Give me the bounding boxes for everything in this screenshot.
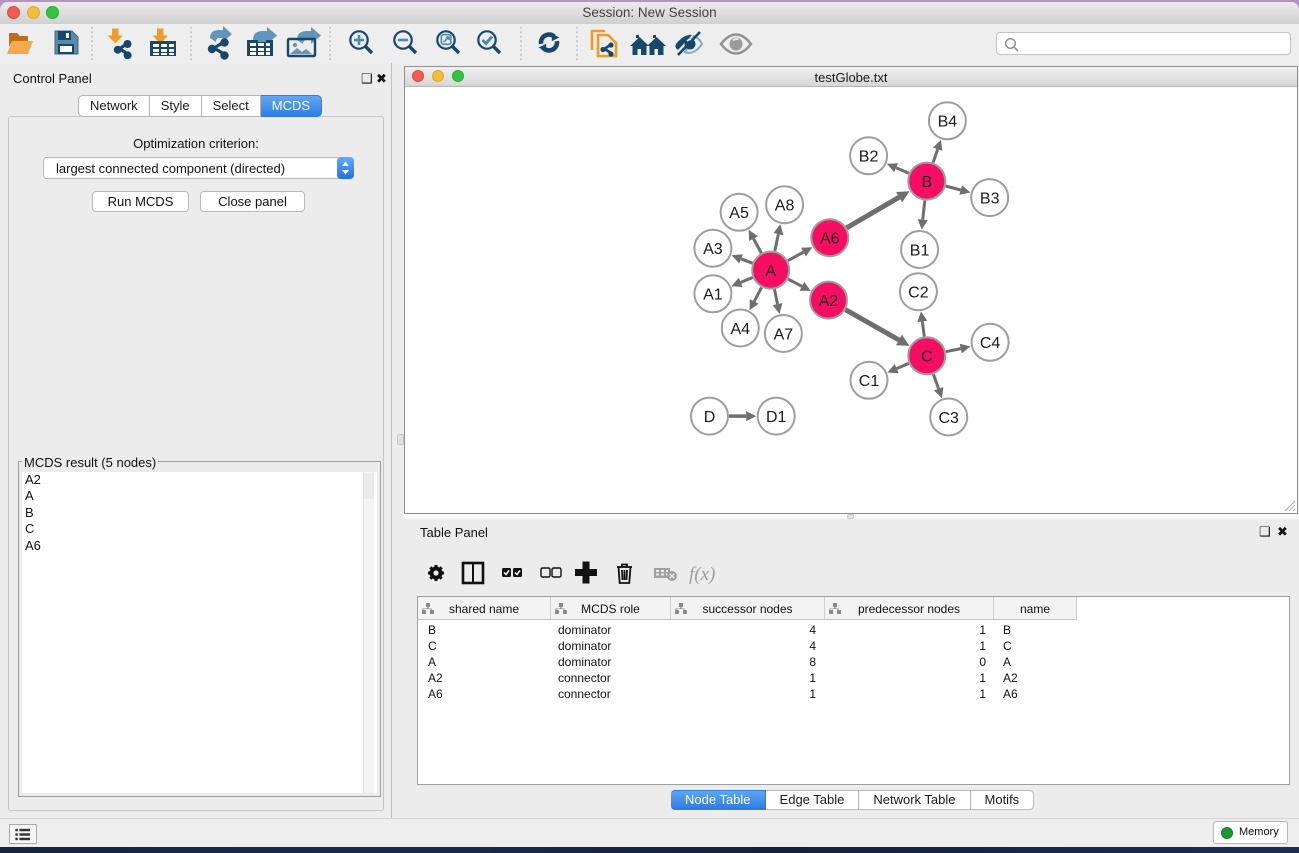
svg-text:A2: A2	[819, 293, 839, 310]
svg-text:C1: C1	[859, 373, 880, 390]
svg-text:C: C	[921, 349, 933, 366]
svg-text:A1: A1	[703, 287, 723, 304]
svg-text:A5: A5	[729, 205, 749, 222]
svg-text:B3: B3	[980, 190, 1000, 207]
svg-text:A8: A8	[775, 198, 795, 215]
svg-text:A7: A7	[774, 326, 794, 343]
svg-text:B: B	[921, 174, 932, 191]
svg-text:B2: B2	[859, 149, 879, 166]
svg-text:f(x): f(x)	[689, 564, 715, 585]
svg-text:A4: A4	[731, 321, 751, 338]
svg-text:B1: B1	[910, 242, 930, 259]
svg-text:C2: C2	[908, 285, 929, 302]
svg-text:A3: A3	[703, 241, 723, 258]
svg-text:C3: C3	[938, 410, 959, 427]
svg-text:A6: A6	[820, 231, 840, 248]
svg-text:B4: B4	[938, 114, 958, 131]
svg-text:D: D	[704, 409, 716, 426]
svg-text:D1: D1	[766, 409, 787, 426]
svg-text:C4: C4	[980, 335, 1001, 352]
svg-text:A: A	[765, 263, 776, 280]
